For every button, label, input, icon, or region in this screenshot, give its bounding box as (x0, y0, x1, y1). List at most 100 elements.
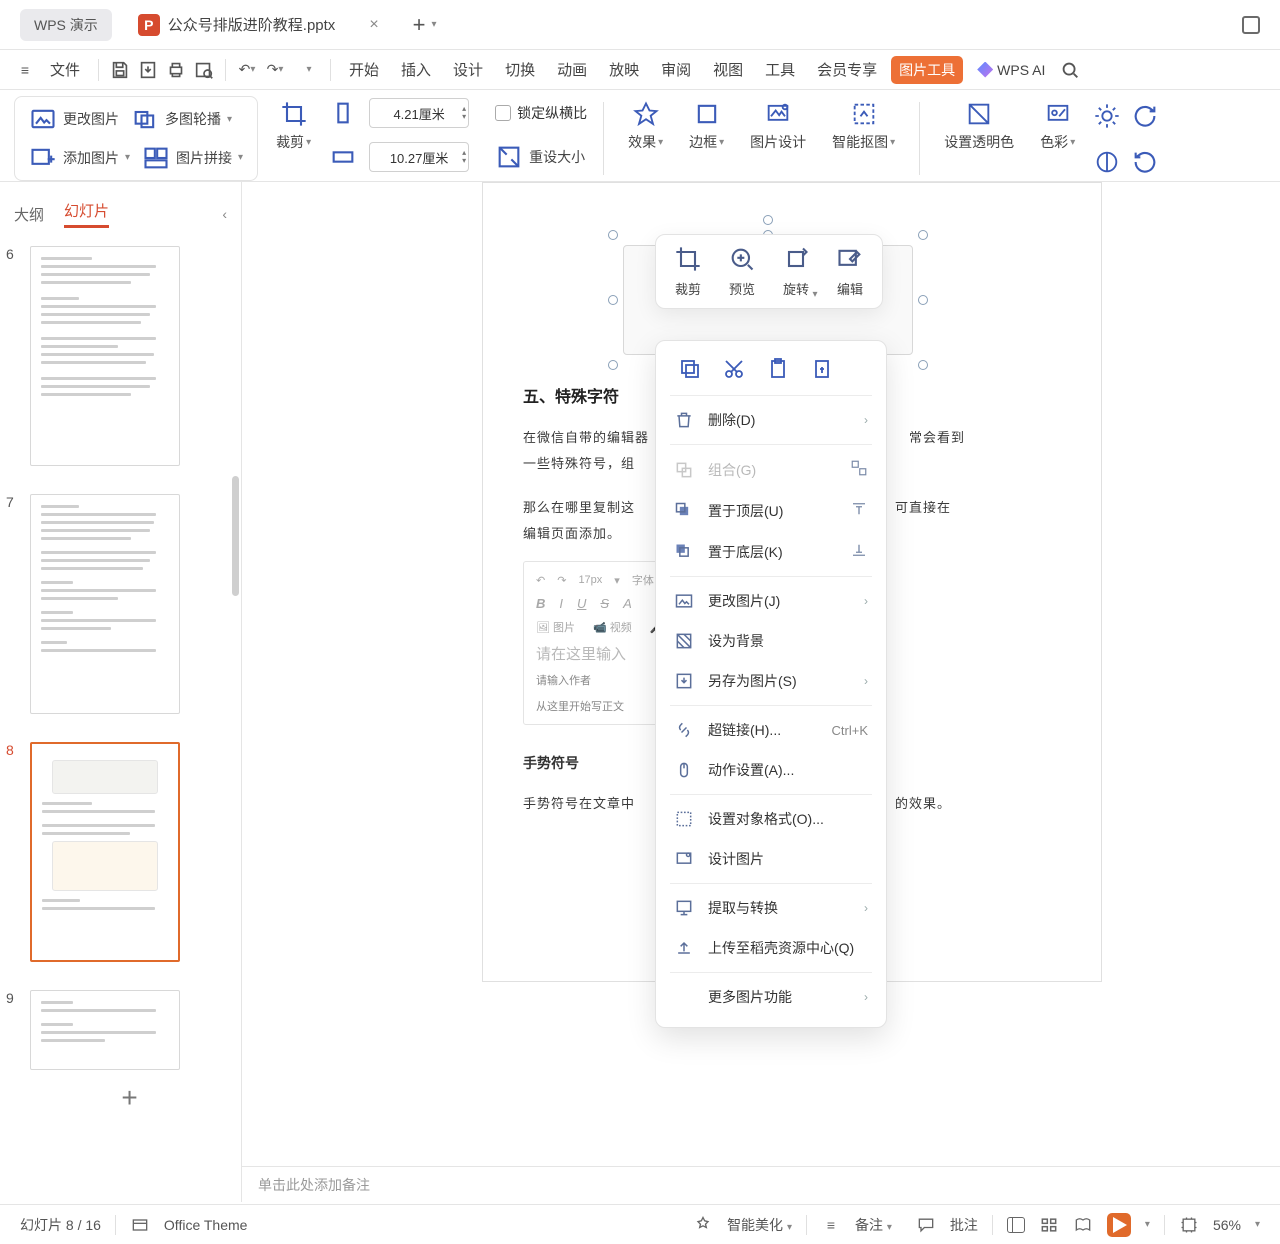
quick-rotate[interactable]: 旋转▾ (782, 245, 810, 298)
picture-tools-tab[interactable]: 图片工具 (891, 56, 963, 84)
resize-handle[interactable] (608, 360, 618, 370)
contrast-icon[interactable] (1093, 148, 1121, 176)
colorize-button[interactable]: 色彩▾ (1032, 96, 1083, 181)
paste-text-icon[interactable] (810, 357, 834, 381)
theme-icon[interactable] (130, 1215, 150, 1235)
slideshow-button[interactable] (1107, 1213, 1131, 1237)
redo-icon[interactable]: ↷ ▾ (264, 59, 286, 81)
change-picture-button[interactable]: 更改图片 (29, 105, 119, 133)
copy-icon[interactable] (678, 357, 702, 381)
menu-change-picture[interactable]: 更改图片(J)› (656, 581, 886, 621)
quick-preview[interactable]: 预览 (728, 245, 756, 298)
fit-icon[interactable] (1179, 1215, 1199, 1235)
menu-delete[interactable]: 删除(D)› (656, 400, 886, 440)
paste-icon[interactable] (766, 357, 790, 381)
file-menu[interactable]: 文件 (42, 55, 88, 84)
menu-animation[interactable]: 动画 (549, 55, 595, 84)
menu-tools[interactable]: 工具 (757, 55, 803, 84)
sorter-view-icon[interactable] (1039, 1215, 1059, 1235)
rotate-ccw-icon[interactable] (1131, 148, 1159, 176)
comment-icon[interactable] (916, 1215, 936, 1235)
menu-view[interactable]: 视图 (705, 55, 751, 84)
stitch-button[interactable]: 图片拼接▾ (142, 144, 243, 172)
smart-cutout-button[interactable]: 智能抠图▾ (824, 96, 903, 181)
menu-design-picture[interactable]: 设计图片 (656, 839, 886, 879)
picture-design-button[interactable]: 图片设计 (742, 96, 814, 181)
file-tab[interactable]: P 公众号排版进阶教程.pptx × (126, 8, 391, 42)
print-icon[interactable] (165, 59, 187, 81)
width-field[interactable]: 10.27厘米▴▾ (369, 142, 469, 172)
search-icon[interactable] (1059, 59, 1081, 81)
resize-handle[interactable] (918, 360, 928, 370)
resize-handle[interactable] (608, 230, 618, 240)
notes-bar[interactable]: 单击此处添加备注 (242, 1166, 1280, 1202)
multi-rotate-button[interactable]: 多图轮播▾ (131, 105, 232, 133)
cut-icon[interactable] (722, 357, 746, 381)
save-icon[interactable] (109, 59, 131, 81)
comments-toggle[interactable]: 批注 (950, 1215, 978, 1235)
border-button[interactable]: 边框▾ (681, 96, 732, 181)
smart-beautify-button[interactable]: 智能美化 ▾ (727, 1215, 792, 1235)
menu-review[interactable]: 审阅 (653, 55, 699, 84)
slide-thumb-7[interactable]: 7 (30, 494, 229, 714)
collapse-panel-icon[interactable]: ‹ (222, 206, 227, 222)
rotate-cw-icon[interactable] (1131, 102, 1159, 130)
tab-outline[interactable]: 大纲 (14, 204, 44, 225)
resize-handle[interactable] (918, 230, 928, 240)
undo-icon[interactable]: ↶ ▾ (236, 59, 258, 81)
menu-insert[interactable]: 插入 (393, 55, 439, 84)
window-controls-icon[interactable] (1242, 16, 1260, 34)
notes-toggle[interactable]: 备注 ▾ (855, 1215, 892, 1235)
reading-view-icon[interactable] (1073, 1215, 1093, 1235)
menu-transition[interactable]: 切换 (497, 55, 543, 84)
menu-member[interactable]: 会员专享 (809, 55, 885, 84)
brightness-icon[interactable] (1093, 102, 1121, 130)
scrollbar-thumb[interactable] (232, 476, 239, 596)
set-transparent-button[interactable]: 设置透明色 (936, 96, 1022, 181)
notes-icon[interactable]: ≡ (821, 1215, 841, 1235)
menu-more-picture[interactable]: 更多图片功能› (656, 977, 886, 1017)
menu-send-back[interactable]: 置于底层(K) (656, 531, 886, 572)
resize-handle[interactable] (608, 295, 618, 305)
preview-icon[interactable] (193, 59, 215, 81)
align-top-icon[interactable] (850, 500, 868, 521)
zoom-value[interactable]: 56% (1213, 1217, 1241, 1233)
quick-edit[interactable]: 编辑 (836, 245, 864, 298)
effect-button[interactable]: 效果▾ (620, 96, 671, 181)
add-slide-button[interactable]: + (30, 1078, 229, 1118)
crop-group[interactable]: 裁剪▾ (268, 96, 319, 181)
menu-show[interactable]: 放映 (601, 55, 647, 84)
hamburger-icon[interactable]: ≡ (14, 59, 36, 81)
menu-format-object[interactable]: 设置对象格式(O)... (656, 799, 886, 839)
close-tab-icon[interactable]: × (369, 16, 378, 34)
more-quick-icon[interactable]: ▾ (298, 59, 320, 81)
wps-ai-button[interactable]: WPS AI (977, 62, 1045, 78)
reset-size-button[interactable]: 重设大小 (495, 143, 585, 171)
tab-slides[interactable]: 幻灯片 (64, 200, 109, 228)
menu-upload[interactable]: 上传至稻壳资源中心(Q) (656, 928, 886, 968)
beautify-icon[interactable] (693, 1215, 713, 1235)
menu-set-background[interactable]: 设为背景 (656, 621, 886, 661)
add-picture-button[interactable]: 添加图片▾ (29, 144, 130, 172)
menu-bring-front[interactable]: 置于顶层(U) (656, 490, 886, 531)
export-icon[interactable] (137, 59, 159, 81)
slide-thumb-6[interactable]: 6 (30, 246, 229, 466)
menu-extract-convert[interactable]: 提取与转换› (656, 888, 886, 928)
slide-thumb-8[interactable]: 8 (30, 742, 229, 962)
height-field[interactable]: 4.21厘米▴▾ (369, 98, 469, 128)
new-tab-button[interactable]: +▾ (413, 12, 437, 38)
normal-view-icon[interactable] (1007, 1217, 1025, 1233)
app-tab[interactable]: WPS 演示 (20, 9, 112, 41)
rotation-handle[interactable] (763, 215, 773, 225)
menu-design[interactable]: 设计 (445, 55, 491, 84)
change-picture-icon (674, 591, 694, 611)
quick-crop[interactable]: 裁剪 (674, 245, 702, 298)
lock-aspect-checkbox[interactable]: 锁定纵横比 (495, 103, 587, 123)
menu-start[interactable]: 开始 (341, 55, 387, 84)
align-bottom-icon[interactable] (850, 541, 868, 562)
resize-handle[interactable] (918, 295, 928, 305)
menu-save-as-image[interactable]: 另存为图片(S)› (656, 661, 886, 701)
menu-hyperlink[interactable]: 超链接(H)...Ctrl+K (656, 710, 886, 750)
menu-action-settings[interactable]: 动作设置(A)... (656, 750, 886, 790)
slide-thumb-9[interactable]: 9 (30, 990, 229, 1070)
